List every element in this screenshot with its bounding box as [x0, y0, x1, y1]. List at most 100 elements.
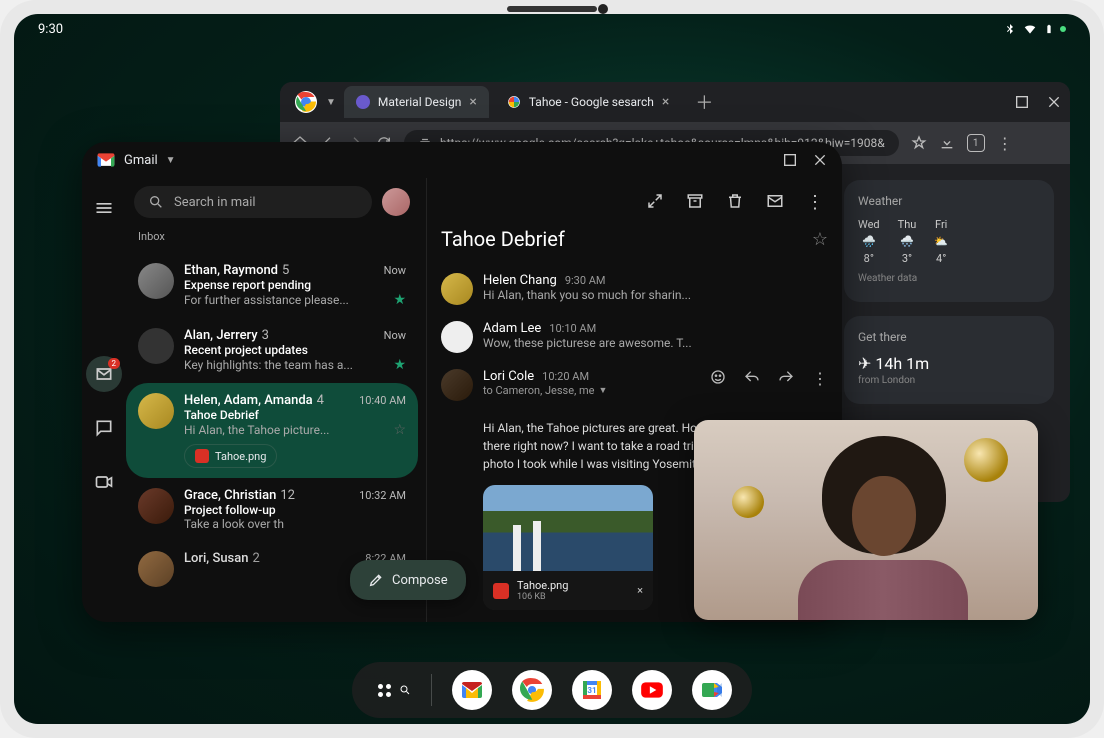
avatar — [441, 273, 473, 305]
tab-favicon-icon — [356, 95, 370, 109]
getthere-duration: 14h 1m — [875, 354, 929, 373]
message-collapsed[interactable]: Helen Chang9:30 AM Hi Alan, thank you so… — [441, 265, 828, 313]
all-apps-button[interactable] — [372, 678, 411, 703]
weather-footer: Weather data — [858, 273, 1040, 284]
expand-icon[interactable] — [646, 192, 664, 213]
weather-icon: 🌨️ — [900, 235, 914, 248]
weather-temp: 3° — [902, 252, 912, 265]
close-icon[interactable]: × — [637, 584, 643, 597]
star-icon[interactable] — [911, 135, 927, 151]
avatar — [138, 393, 174, 429]
thread-title: Tahoe Debrief — [441, 227, 565, 251]
account-avatar[interactable] — [382, 188, 410, 216]
taskbar-chrome[interactable] — [512, 670, 552, 710]
mark-unread-icon[interactable] — [766, 192, 784, 213]
close-icon[interactable]: × — [662, 94, 669, 110]
weather-days: Wed 🌧️ 8° Thu 🌨️ 3° Fri ⛅ — [858, 218, 1040, 265]
tabs-count-icon[interactable]: 1 — [967, 134, 985, 152]
wifi-icon — [1022, 22, 1038, 36]
weather-day-label: Fri — [935, 218, 947, 231]
new-tab-button[interactable]: ＋ — [687, 89, 721, 115]
image-icon — [195, 449, 209, 463]
attachment-name: Tahoe.png — [517, 579, 568, 592]
msg-recipients[interactable]: to Cameron, Jesse, me▼ — [483, 384, 607, 397]
menu-icon[interactable] — [86, 190, 122, 226]
email-item-selected[interactable]: Helen, Adam, Amanda4 10:40 AM Tahoe Debr… — [126, 383, 418, 478]
delete-icon[interactable] — [726, 192, 744, 213]
email-item[interactable]: Grace, Christian12 10:32 AM Project foll… — [126, 478, 418, 541]
attachment-chip[interactable]: Tahoe.png — [184, 444, 277, 468]
taskbar-divider — [431, 674, 432, 706]
email-preview: Hi Alan, the Tahoe picture... — [184, 423, 387, 437]
search-input[interactable]: Search in mail — [134, 186, 372, 218]
taskbar-gmail[interactable] — [452, 670, 492, 710]
compose-button[interactable]: Compose — [350, 560, 466, 600]
forward-icon[interactable] — [778, 369, 794, 388]
tablet-notch — [507, 6, 597, 12]
maximize-icon[interactable] — [782, 152, 798, 168]
email-item[interactable]: Alan, Jerrery3 Now Recent project update… — [126, 318, 418, 383]
weather-card[interactable]: Weather Wed 🌧️ 8° Thu 🌨️ 3° — [844, 180, 1054, 302]
picture-in-picture[interactable] — [694, 420, 1038, 620]
tablet-screen: 9:30 ▼ — [14, 14, 1090, 724]
email-time: 10:40 AM — [359, 394, 406, 407]
status-bar: 9:30 — [14, 14, 1090, 44]
more-icon[interactable]: ⋮ — [812, 369, 828, 388]
gmail-title: Gmail — [124, 153, 158, 168]
avatar — [138, 263, 174, 299]
search-row: Search in mail — [126, 186, 418, 228]
chevron-down-icon[interactable]: ▼ — [326, 97, 336, 108]
chrome-logo-icon[interactable] — [288, 90, 324, 114]
star-icon[interactable]: ★ — [393, 357, 406, 373]
archive-icon[interactable] — [686, 192, 704, 213]
chat-icon[interactable] — [86, 410, 122, 446]
avatar — [441, 369, 473, 401]
emoji-icon[interactable] — [710, 369, 726, 388]
chrome-window-controls — [1014, 94, 1062, 110]
gmail-logo-icon — [96, 150, 116, 170]
svg-text:31: 31 — [587, 686, 596, 695]
star-icon[interactable]: ☆ — [393, 422, 406, 438]
plane-icon: ✈ — [858, 354, 871, 373]
tab-label: Tahoe - Google sesarch — [529, 95, 654, 109]
browser-tab-tahoe[interactable]: Tahoe - Google sesarch × — [495, 86, 682, 118]
meet-icon[interactable] — [86, 464, 122, 500]
taskbar-youtube[interactable] — [632, 670, 672, 710]
more-icon[interactable]: ⋮ — [806, 192, 824, 213]
download-icon[interactable] — [939, 135, 955, 151]
weather-icon: 🌧️ — [862, 235, 876, 248]
mail-badge: 2 — [108, 358, 121, 369]
msg-from: Helen Chang — [483, 273, 557, 288]
weather-day-fri: Fri ⛅ 4° — [934, 218, 948, 265]
email-time: 10:32 AM — [359, 489, 406, 502]
email-count: 12 — [280, 488, 295, 503]
star-icon[interactable]: ☆ — [812, 229, 828, 250]
close-icon[interactable] — [812, 152, 828, 168]
more-icon[interactable]: ⋮ — [997, 134, 1013, 153]
close-icon[interactable]: × — [469, 94, 476, 110]
email-item[interactable]: Ethan, Raymond5 Now Expense report pendi… — [126, 253, 418, 318]
email-preview: Key highlights: the team has a... — [184, 358, 387, 372]
mail-icon[interactable]: 2 — [86, 356, 122, 392]
msg-preview: Wow, these picturese are awesome. T... — [483, 336, 828, 350]
msg-from: Lori Cole — [483, 369, 534, 384]
attachment-size: 106 KB — [517, 592, 568, 602]
attachment-name: Tahoe.png — [215, 450, 266, 463]
chevron-down-icon[interactable]: ▼ — [166, 155, 176, 166]
taskbar-meet[interactable] — [692, 670, 732, 710]
maximize-icon[interactable] — [1014, 94, 1030, 110]
close-icon[interactable] — [1046, 94, 1062, 110]
tablet-frame: 9:30 ▼ — [0, 0, 1104, 738]
browser-tab-material[interactable]: Material Design × — [344, 86, 489, 118]
weather-day-label: Wed — [858, 218, 880, 231]
getthere-title: Get there — [858, 330, 1040, 344]
taskbar-calendar[interactable]: 31 — [572, 670, 612, 710]
message-collapsed[interactable]: Adam Lee10:10 AM Wow, these picturese ar… — [441, 313, 828, 361]
star-icon[interactable]: ★ — [393, 292, 406, 308]
weather-day-thu: Thu 🌨️ 3° — [898, 218, 917, 265]
getthere-card[interactable]: Get there ✈ 14h 1m from London — [844, 316, 1054, 404]
pencil-icon — [368, 572, 384, 588]
reply-icon[interactable] — [744, 369, 760, 388]
attachment-preview[interactable]: Tahoe.png 106 KB × — [483, 485, 653, 610]
image-icon — [493, 583, 509, 599]
